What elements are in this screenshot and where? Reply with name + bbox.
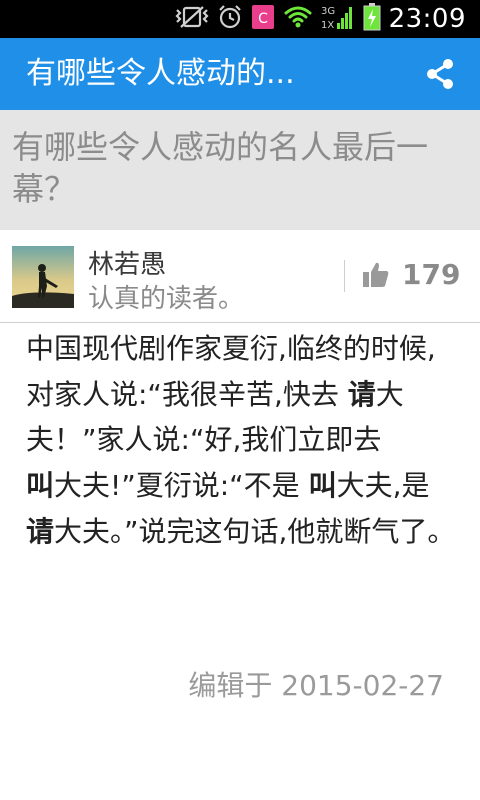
status-bar: C 3G 1X 23:09 (0, 0, 480, 38)
answer-text: 大夫。”说完这句话,他就断气了。 (54, 514, 456, 548)
svg-text:1X: 1X (321, 20, 334, 31)
signal-3g-icon: 3G 1X (321, 3, 355, 35)
alarm-icon (217, 4, 243, 34)
edited-date: 编辑于 2015-02-27 (188, 669, 444, 702)
answer-content: 中国现代剧作家夏衍,临终的时候,对家人说:“我很辛苦,快去 请大夫！”家人说:“… (26, 326, 458, 555)
answer-text: 大夫!”夏衍说:“不是 (54, 469, 309, 503)
share-icon (427, 59, 453, 89)
vote-count[interactable]: 179 (402, 258, 460, 291)
vibrate-mute-icon (175, 5, 209, 33)
author-bio: 认真的读者。 (88, 284, 245, 314)
answer-paragraph: 中国现代剧作家夏衍,临终的时候,对家人说:“我很辛苦,快去 请大夫！”家人说:“… (26, 326, 458, 555)
app-bar: 有哪些令人感动的... (0, 38, 480, 110)
battery-charging-icon (363, 3, 381, 35)
answer-text-bold: 请 (26, 514, 55, 548)
author-row[interactable]: 林若愚 认真的读者。 179 (0, 230, 480, 323)
divider (344, 260, 345, 292)
svg-text:3G: 3G (321, 6, 335, 17)
app-bar-title: 有哪些令人感动的... (26, 56, 295, 91)
avatar[interactable] (12, 246, 74, 308)
answer-text: 大夫,是 (336, 469, 430, 503)
app-c-icon: C (251, 4, 275, 34)
share-button[interactable] (422, 56, 458, 92)
answer-text-bold: 请 (347, 377, 376, 411)
svg-text:C: C (258, 11, 268, 27)
answer-text-bold: 叫 (308, 469, 337, 503)
clock: 23:09 (388, 4, 466, 34)
answer-text-bold: 叫 (26, 469, 55, 503)
question-title: 有哪些令人感动的名人最后一幕？ (12, 128, 429, 208)
question-header[interactable]: 有哪些令人感动的名人最后一幕？ (0, 110, 480, 230)
wifi-icon (283, 4, 313, 34)
status-icons: C 3G 1X 23:09 (175, 0, 466, 38)
thumbs-up-icon[interactable] (362, 260, 390, 288)
author-name[interactable]: 林若愚 (88, 244, 166, 281)
